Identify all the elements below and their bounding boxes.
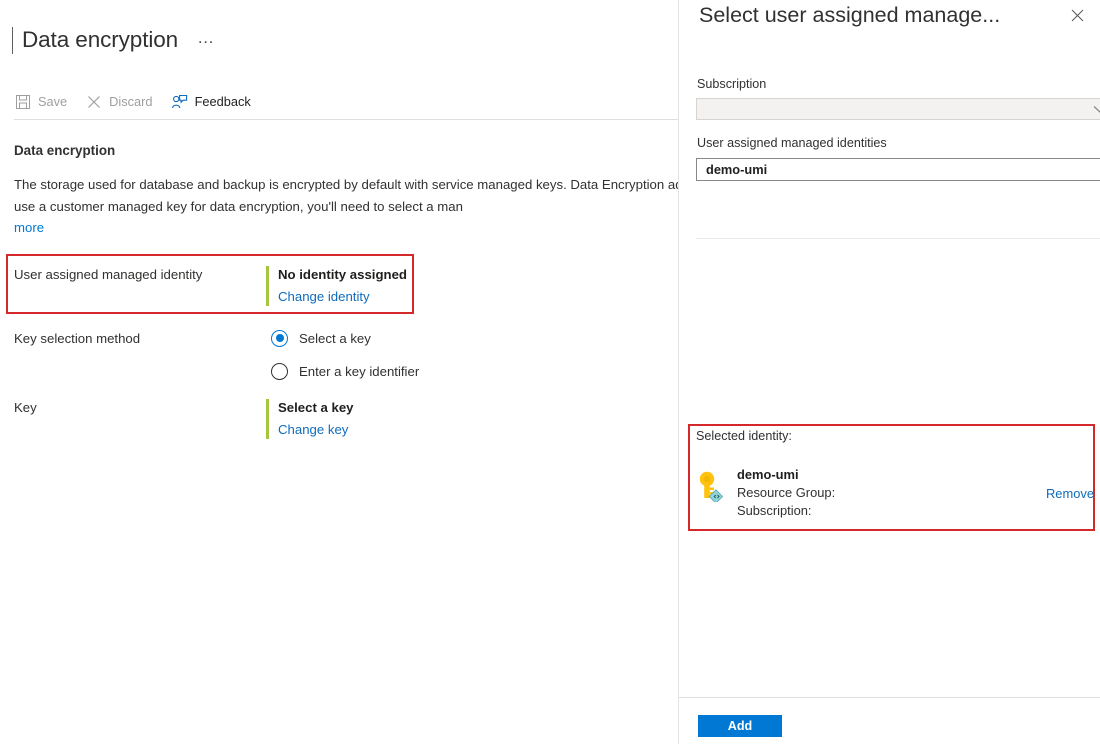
change-identity-link[interactable]: Change identity — [278, 288, 370, 306]
selected-identity-caption: Selected identity: — [696, 428, 1096, 444]
key-identity-icon — [696, 470, 726, 502]
user-assigned-identity-value-block: No identity assigned Change identity — [266, 266, 407, 306]
chevron-down-icon — [1093, 105, 1100, 114]
key-value: Select a key — [278, 399, 354, 417]
subscription-dropdown[interactable] — [696, 98, 1100, 120]
section-description-text: The storage used for database and backup… — [14, 177, 678, 214]
discard-icon — [85, 94, 102, 111]
subscription-label: Subscription — [697, 76, 766, 92]
key-selection-method-label: Key selection method — [14, 330, 266, 348]
selected-identity-card: Selected identity: demo-umi Resource Gro… — [696, 428, 1096, 520]
subscription-value-label: Subscription: — [737, 503, 812, 518]
selected-identity-resource-group: Resource Group: — [737, 484, 1046, 502]
radio-enter-a-key-identifier-label: Enter a key identifier — [299, 364, 419, 379]
selected-identity-entry: demo-umi Resource Group: Subscription: R… — [696, 466, 1096, 520]
identity-filter-input[interactable]: demo-umi — [696, 158, 1100, 181]
radio-select-a-key-label: Select a key — [299, 331, 371, 346]
feedback-button[interactable]: Feedback — [171, 88, 251, 116]
feedback-button-label: Feedback — [195, 94, 251, 110]
radio-unselected-icon — [271, 363, 288, 380]
panel-title: Select user assigned manage... — [699, 0, 1000, 30]
key-selection-method-radio-group: Select a key Enter a key identifier — [271, 326, 419, 392]
resource-group-label: Resource Group: — [737, 485, 835, 500]
data-encryption-blade: Data encryption … Save Discard — [0, 0, 678, 744]
user-assigned-identity-row: User assigned managed identity No identi… — [14, 266, 407, 306]
selected-identity-meta: demo-umi Resource Group: Subscription: — [737, 466, 1046, 520]
key-value-block: Select a key Change key — [266, 399, 354, 439]
key-selection-method-row: Key selection method — [14, 330, 266, 348]
identity-filter-value: demo-umi — [706, 162, 767, 177]
radio-enter-a-key-identifier[interactable]: Enter a key identifier — [271, 359, 419, 383]
value-accent-bar — [266, 266, 269, 306]
save-icon — [14, 94, 31, 111]
section-description: The storage used for database and backup… — [14, 174, 678, 239]
change-key-link[interactable]: Change key — [278, 421, 348, 439]
key-label: Key — [14, 399, 266, 417]
blade-header: Data encryption … — [12, 26, 219, 54]
page-title: Data encryption — [22, 26, 178, 54]
panel-footer-divider — [679, 697, 1100, 698]
command-bar: Save Discard Feedback — [14, 88, 269, 116]
save-button-label: Save — [38, 94, 67, 110]
identity-list-divider — [696, 238, 1100, 239]
selected-identity-subscription: Subscription: — [737, 502, 1046, 520]
title-accent-bar — [12, 27, 13, 54]
add-button[interactable]: Add — [698, 715, 782, 737]
toolbar-divider — [14, 119, 678, 120]
discard-button[interactable]: Discard — [85, 88, 152, 116]
user-assigned-identity-value: No identity assigned — [278, 266, 407, 284]
discard-button-label: Discard — [109, 94, 152, 110]
learn-more-link[interactable]: more — [14, 220, 44, 235]
radio-select-a-key[interactable]: Select a key — [271, 326, 419, 350]
user-assigned-managed-identities-label: User assigned managed identities — [697, 135, 887, 151]
key-accent-bar — [266, 399, 269, 439]
selected-identity-name: demo-umi — [737, 466, 1046, 484]
close-icon[interactable] — [1062, 0, 1092, 30]
radio-selected-icon — [271, 330, 288, 347]
section-heading: Data encryption — [14, 143, 115, 158]
remove-identity-link[interactable]: Remove — [1046, 486, 1094, 501]
more-options-button[interactable]: … — [194, 28, 219, 53]
key-row: Key Select a key Change key — [14, 399, 354, 439]
save-button[interactable]: Save — [14, 88, 67, 116]
user-assigned-identity-label: User assigned managed identity — [14, 266, 266, 284]
feedback-icon — [171, 94, 188, 111]
